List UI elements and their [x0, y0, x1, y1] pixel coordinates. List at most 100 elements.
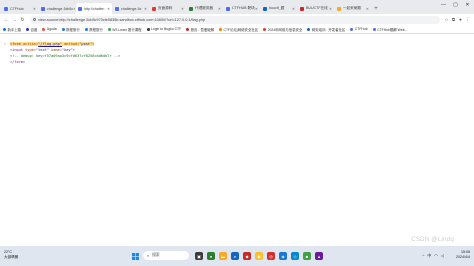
close-icon[interactable]: ✕: [366, 7, 369, 11]
clock[interactable]: 15:08 2024/4/4: [456, 250, 470, 259]
favicon-icon: [41, 6, 45, 11]
bookmark-icon: [350, 27, 354, 31]
browser-tab[interactable]: 一起来刷题 ✕: [335, 3, 371, 14]
close-icon[interactable]: ✕: [181, 7, 184, 11]
bookmark-item[interactable]: 新手上路: [3, 27, 21, 32]
weather-widget[interactable]: 22°C 大部晴朗: [4, 250, 18, 259]
site-info-icon[interactable]: [33, 18, 36, 21]
bookmark-label: 携程旅行: [66, 27, 80, 32]
browser-tab[interactable]: 页面源码 ✕: [150, 3, 186, 14]
bookmark-item[interactable]: CTFHub题解 Web...: [372, 27, 407, 32]
bookmark-item[interactable]: 携程旅行: [84, 27, 103, 32]
bookmark-item[interactable]: Login to Bugku CTF: [146, 27, 181, 31]
browser-tab[interactable]: BUUCTF在线 ✕: [298, 3, 334, 14]
close-icon[interactable]: ✕: [107, 7, 110, 11]
source-tag: <input: [10, 48, 23, 52]
source-value: "key": [61, 48, 73, 52]
star-icon[interactable]: ☆: [443, 16, 450, 23]
bookmark-label: W3 Learn 推行课程: [112, 27, 142, 32]
tab-title: CTFHub: [10, 6, 24, 11]
bookmark-label: 网安培训 - 开发者社区: [311, 27, 346, 32]
close-window-icon[interactable]: ✕: [462, 0, 473, 10]
maximize-icon[interactable]: ▢: [450, 0, 461, 10]
close-icon[interactable]: ✕: [255, 7, 258, 11]
bookmark-item[interactable]: 携程旅行: [61, 27, 80, 32]
bookmark-item[interactable]: 首页 - 吾爱破解: [186, 27, 214, 32]
browser-tab[interactable]: CTFHub ✕: [2, 3, 38, 14]
bookmark-label: 百度: [30, 27, 38, 32]
chevron-up-icon[interactable]: ^: [423, 253, 425, 259]
tab-title: buuctf_题: [269, 6, 285, 10]
source-tag: <form: [10, 42, 21, 46]
bookmark-item[interactable]: CTF论坛|网络安全社区: [219, 27, 258, 32]
bookmark-label: 首页 - 吾爱破解: [190, 27, 215, 32]
browser-tab-active[interactable]: http://challen ✕: [76, 3, 112, 14]
search-icon: ⌕: [147, 253, 150, 258]
bookmark-item[interactable]: CTFHub: [350, 27, 368, 31]
file-explorer-icon[interactable]: ▬: [219, 252, 227, 260]
browser-tab[interactable]: 代理服务器 ✕: [187, 3, 223, 14]
forward-icon[interactable]: →: [11, 16, 18, 23]
minimize-icon[interactable]: —: [438, 0, 449, 10]
url-text: view-source:http://challenge-5cb5c973cfe…: [38, 17, 206, 22]
app-icon[interactable]: ◆: [243, 252, 251, 260]
favicon-icon: [115, 6, 119, 11]
browser-tab[interactable]: buuctf_题 ✕: [261, 3, 297, 14]
bookmark-label: CTFHub: [354, 27, 368, 31]
browser-tab[interactable]: challenge-5c ✕: [113, 3, 149, 14]
address-bar[interactable]: view-source:http://challenge-5cb5c973cfe…: [30, 15, 440, 24]
profile-icon[interactable]: ●: [457, 16, 464, 23]
close-icon[interactable]: ✕: [144, 7, 147, 11]
source-value: "post": [79, 42, 93, 46]
bookmark-label: 携程旅行: [89, 27, 103, 32]
chrome-icon[interactable]: ◉: [255, 252, 263, 260]
tab-title: 一起来刷题: [343, 6, 361, 10]
close-icon[interactable]: ✕: [218, 7, 221, 11]
source-line: ▾ <form action="/flag.php" method="post">: [4, 42, 95, 46]
source-attr: action=: [20, 42, 39, 46]
browser-tab[interactable]: challenge-5cb5c ✕: [39, 3, 75, 14]
bookmark-icon: [219, 27, 223, 31]
ime-language[interactable]: 中: [427, 253, 431, 259]
app-icon[interactable]: ◈: [279, 252, 287, 260]
volume-icon[interactable]: ◁: [441, 253, 444, 259]
app-icon[interactable]: ▲: [315, 252, 323, 260]
bookmark-icon: [372, 27, 376, 31]
source-link[interactable]: "/flag.php": [38, 42, 62, 46]
source-view: ▾ <form action="/flag.php" method="post">…: [0, 35, 474, 246]
source-line: <!-- debug: key=f57a09aa3c9cfd637cf8256c…: [10, 54, 120, 58]
close-icon[interactable]: ✕: [73, 7, 75, 11]
back-icon[interactable]: ←: [3, 16, 10, 23]
reload-icon[interactable]: ↻: [19, 16, 26, 23]
bookmark-item[interactable]: W3 Learn 推行课程: [107, 27, 142, 32]
bookmark-item[interactable]: 网安培训 - 开发者社区: [307, 27, 345, 32]
bookmark-label: CTF论坛|网络安全社区: [223, 27, 259, 32]
app-icon[interactable]: ◇: [291, 252, 299, 260]
windows-start-icon[interactable]: [131, 252, 139, 260]
bookmark-item[interactable]: 百度: [26, 27, 37, 32]
bookmark-icon: [107, 27, 111, 31]
taskbar-search[interactable]: ⌕ 搜索: [143, 251, 189, 260]
favicon-icon: [4, 6, 8, 11]
tab-title: CTFHUB 靶场: [232, 6, 255, 10]
edge-icon[interactable]: e: [231, 252, 239, 260]
close-icon[interactable]: ✕: [33, 7, 36, 11]
app-icon[interactable]: ◎: [267, 252, 275, 260]
task-view-icon[interactable]: ▣: [195, 252, 203, 260]
wifi-icon[interactable]: ◠: [434, 253, 438, 259]
close-icon[interactable]: ✕: [329, 7, 332, 11]
app-icon[interactable]: ●: [207, 252, 215, 260]
app-icon[interactable]: ■: [303, 252, 311, 260]
new-tab-button[interactable]: +: [372, 3, 380, 14]
menu-icon[interactable]: ⋮: [464, 16, 471, 23]
bookmark-item[interactable]: Agoda: [42, 27, 57, 31]
tab-title: 页面源码: [158, 6, 173, 10]
extensions-icon[interactable]: ⧉: [450, 16, 457, 23]
bookmark-label: Agoda: [46, 27, 57, 31]
browser-tab[interactable]: CTFHUB 靶场 ✕: [224, 3, 260, 14]
source-tag: </form>: [10, 60, 26, 64]
close-icon[interactable]: ✕: [292, 7, 295, 11]
favicon-icon: [226, 6, 230, 11]
tab-title: http://challen: [84, 6, 105, 11]
bookmark-item[interactable]: 2024年网络与信息安全: [263, 27, 302, 32]
